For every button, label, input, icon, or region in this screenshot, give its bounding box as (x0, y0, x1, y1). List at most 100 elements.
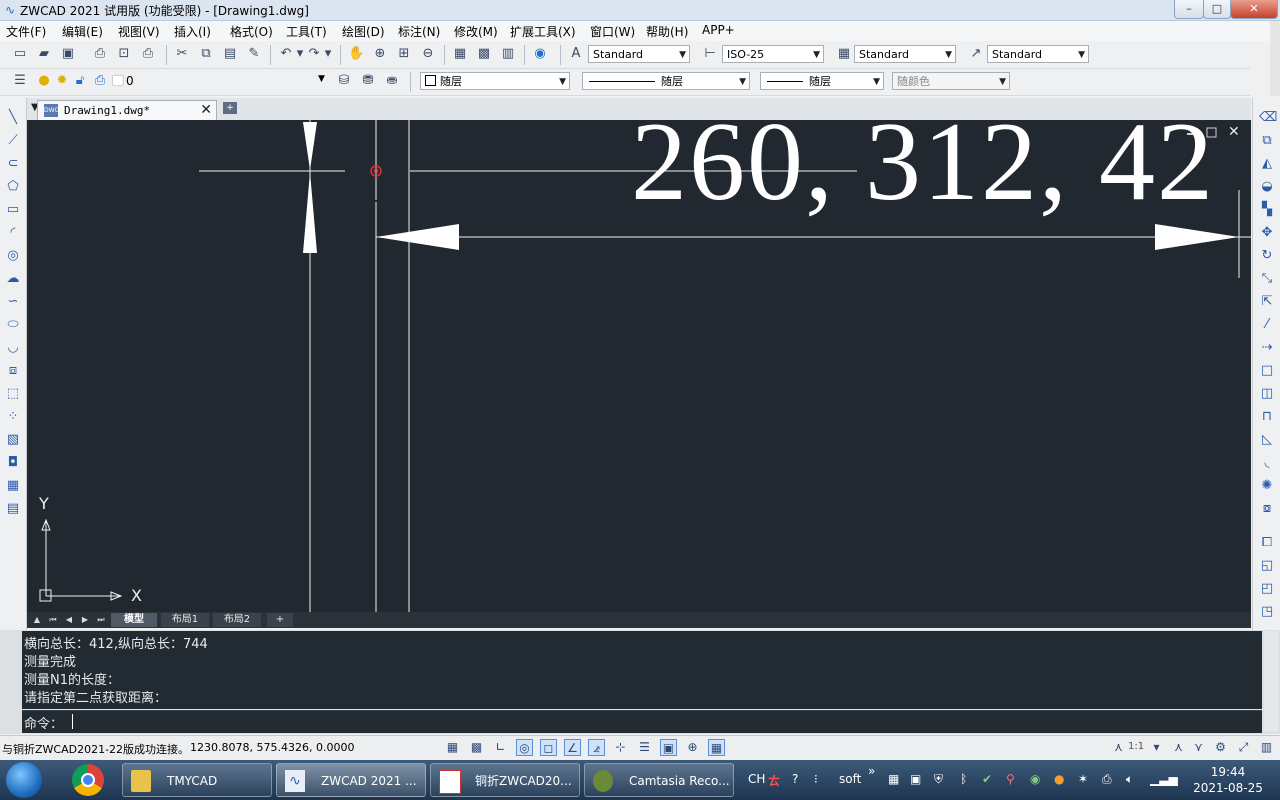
ime-icon[interactable]: ㄊ (768, 772, 780, 789)
paste-icon[interactable]: ▤ (222, 46, 238, 62)
bluetooth-icon[interactable]: ᛒ (960, 772, 967, 786)
menu-file[interactable]: 文件(F) (6, 23, 46, 40)
security-shield-icon[interactable]: ⛨ (934, 772, 943, 787)
dim-style-select[interactable]: ISO-25 ▼ (722, 45, 824, 63)
stretch-icon[interactable]: ⇱ (1259, 294, 1275, 310)
transparency-icon[interactable]: ▣ (660, 739, 677, 756)
draw-order-back-icon[interactable]: ◱ (1259, 558, 1275, 574)
first-tab-icon[interactable]: ⏮ (47, 613, 59, 627)
insert-block-icon[interactable]: ⧈ (5, 363, 21, 379)
tray-app-icon[interactable]: ✔ (982, 772, 992, 786)
next-tab-icon[interactable]: ▶ (79, 613, 91, 627)
help-icon[interactable]: ◉ (532, 46, 548, 62)
object-snap-tracking-icon[interactable]: ∠ (564, 739, 581, 756)
rectangle-icon[interactable]: ▭ (5, 202, 21, 218)
circle-icon[interactable]: ◎ (5, 248, 21, 264)
taskbar-item-camtasia[interactable]: Camtasia Reco... (584, 763, 734, 797)
snap-grid-icon[interactable]: ▦ (444, 739, 461, 756)
array-icon[interactable]: ▚ (1259, 202, 1275, 218)
multileader-style-select[interactable]: Standard ▼ (987, 45, 1089, 63)
menu-format[interactable]: 格式(O) (230, 23, 273, 40)
move-icon[interactable]: ✥ (1259, 225, 1275, 241)
table-icon[interactable]: ▦ (5, 478, 21, 494)
ime-options-icon[interactable]: ⁝ (814, 772, 818, 786)
hatch-icon[interactable]: ▧ (5, 432, 21, 448)
tray-expand-icon[interactable]: » (868, 764, 875, 778)
match-properties-icon[interactable]: ✎ (246, 46, 262, 62)
annotation-monitor-icon[interactable]: ▦ (708, 739, 725, 756)
tab-layout2[interactable]: 布局2 (213, 613, 261, 627)
layer-previous-icon[interactable]: ⛃ (360, 73, 376, 89)
polyline-icon[interactable]: ⊂ (5, 156, 21, 172)
extend-icon[interactable]: ⇢ (1259, 340, 1275, 356)
ellipse-icon[interactable]: ⬭ (5, 317, 21, 333)
dynamic-input-icon[interactable]: ⊹ (612, 739, 629, 756)
lineweight-select[interactable]: 随层 ▼ (760, 72, 884, 90)
add-layout-button[interactable]: + (267, 613, 293, 627)
zoom-window-icon[interactable]: ⊞ (396, 46, 412, 62)
edit-polyline-icon[interactable]: ⧇ (1259, 501, 1275, 517)
command-input[interactable]: 命令： (22, 710, 1262, 733)
polygon-icon[interactable]: ⬠ (5, 179, 21, 195)
save-icon[interactable]: ▣ (60, 46, 76, 62)
print-icon[interactable]: ⎙ (92, 46, 108, 62)
grid-display-icon[interactable]: ▩ (468, 739, 485, 756)
taskbar-item-tmycad[interactable]: TMYCAD (122, 763, 272, 797)
taskbar-item-zwcad[interactable]: ∿ ZWCAD 2021 ... (276, 763, 426, 797)
menu-extension-tools[interactable]: 扩展工具(X) (510, 23, 576, 40)
start-button[interactable] (6, 762, 42, 798)
zoom-realtime-icon[interactable]: ⊕ (372, 46, 388, 62)
close-button[interactable]: ✕ (1230, 0, 1278, 19)
tray-app-icon[interactable]: ⚲ (1006, 772, 1015, 786)
ellipse-arc-icon[interactable]: ◡ (5, 340, 21, 356)
break-icon[interactable]: ◫ (1259, 386, 1275, 402)
language-indicator[interactable]: CH (748, 772, 765, 786)
taskbar-item-tongzhe[interactable]: 铜折ZWCAD20... (430, 763, 580, 797)
wechat-icon[interactable]: ◉ (1030, 772, 1040, 786)
new-file-icon[interactable]: ▭ (12, 46, 28, 62)
minimize-button[interactable]: – (1174, 0, 1204, 19)
last-tab-icon[interactable]: ⏭ (95, 613, 107, 627)
auto-scale-icon[interactable]: ⋎ (1190, 739, 1207, 756)
arc-icon[interactable]: ◜ (5, 225, 21, 241)
layer-states-icon[interactable]: ⛂ (384, 73, 400, 89)
annotation-scale-value[interactable]: 1:1 (1128, 741, 1144, 752)
tab-close-icon[interactable]: ✕ (200, 102, 212, 118)
offset-icon[interactable]: ◒ (1259, 179, 1275, 195)
mirror-icon[interactable]: ◭ (1259, 156, 1275, 172)
linetype-select[interactable]: 随层 ▼ (582, 72, 750, 90)
tray-app-icon[interactable]: ▣ (910, 772, 921, 786)
text-style-select[interactable]: Standard ▼ (588, 45, 690, 63)
ime-soft-label[interactable]: soft (839, 772, 861, 786)
object-snap-icon[interactable]: ◻ (540, 739, 557, 756)
lineweight-display-icon[interactable]: ☰ (636, 739, 653, 756)
system-clock[interactable]: 19:44 2021-08-25 (1186, 764, 1270, 796)
table-style-select[interactable]: Standard ▼ (854, 45, 956, 63)
properties-icon[interactable]: ▦ (452, 46, 468, 62)
scroll-up-icon[interactable]: ▲ (31, 613, 43, 627)
spline-icon[interactable]: ∽ (5, 294, 21, 310)
line-icon[interactable]: ╲ (5, 110, 21, 126)
previous-tab-icon[interactable]: ◀ (63, 613, 75, 627)
chrome-icon[interactable] (72, 764, 104, 796)
clean-screen-icon[interactable]: ⤢ (1235, 739, 1252, 756)
annotation-visibility-icon[interactable]: ⋏ (1170, 739, 1187, 756)
plotstyle-select[interactable]: 随颜色 ▼ (892, 72, 1010, 90)
menu-tools[interactable]: 工具(T) (286, 23, 327, 40)
selection-cycling-icon[interactable]: ⊕ (684, 739, 701, 756)
tray-app-icon[interactable]: ✶ (1078, 772, 1088, 786)
dynamic-ucs-icon[interactable]: ⦨ (588, 739, 605, 756)
print-preview-icon[interactable]: ⊡ (116, 46, 132, 62)
tool-palette-icon[interactable]: ▥ (500, 46, 516, 62)
drawing-canvas[interactable]: 260, 312, 42 Y X ✕ (27, 120, 1251, 612)
tab-drawing1[interactable]: DWG Drawing1.dwg* ✕ (37, 100, 217, 121)
fillet-icon[interactable]: ◟ (1259, 455, 1275, 471)
trim-icon[interactable]: ⁄ (1259, 317, 1275, 333)
tray-app-icon[interactable]: ▦ (888, 772, 899, 786)
break-at-point-icon[interactable]: □ (1259, 363, 1275, 379)
menu-help[interactable]: 帮助(H) (646, 23, 688, 40)
command-scrollbar[interactable] (1264, 631, 1278, 731)
workspace-gear-icon[interactable]: ⚙ (1212, 739, 1229, 756)
maximize-button[interactable]: □ (1203, 0, 1231, 19)
menu-edit[interactable]: 编辑(E) (62, 23, 103, 40)
